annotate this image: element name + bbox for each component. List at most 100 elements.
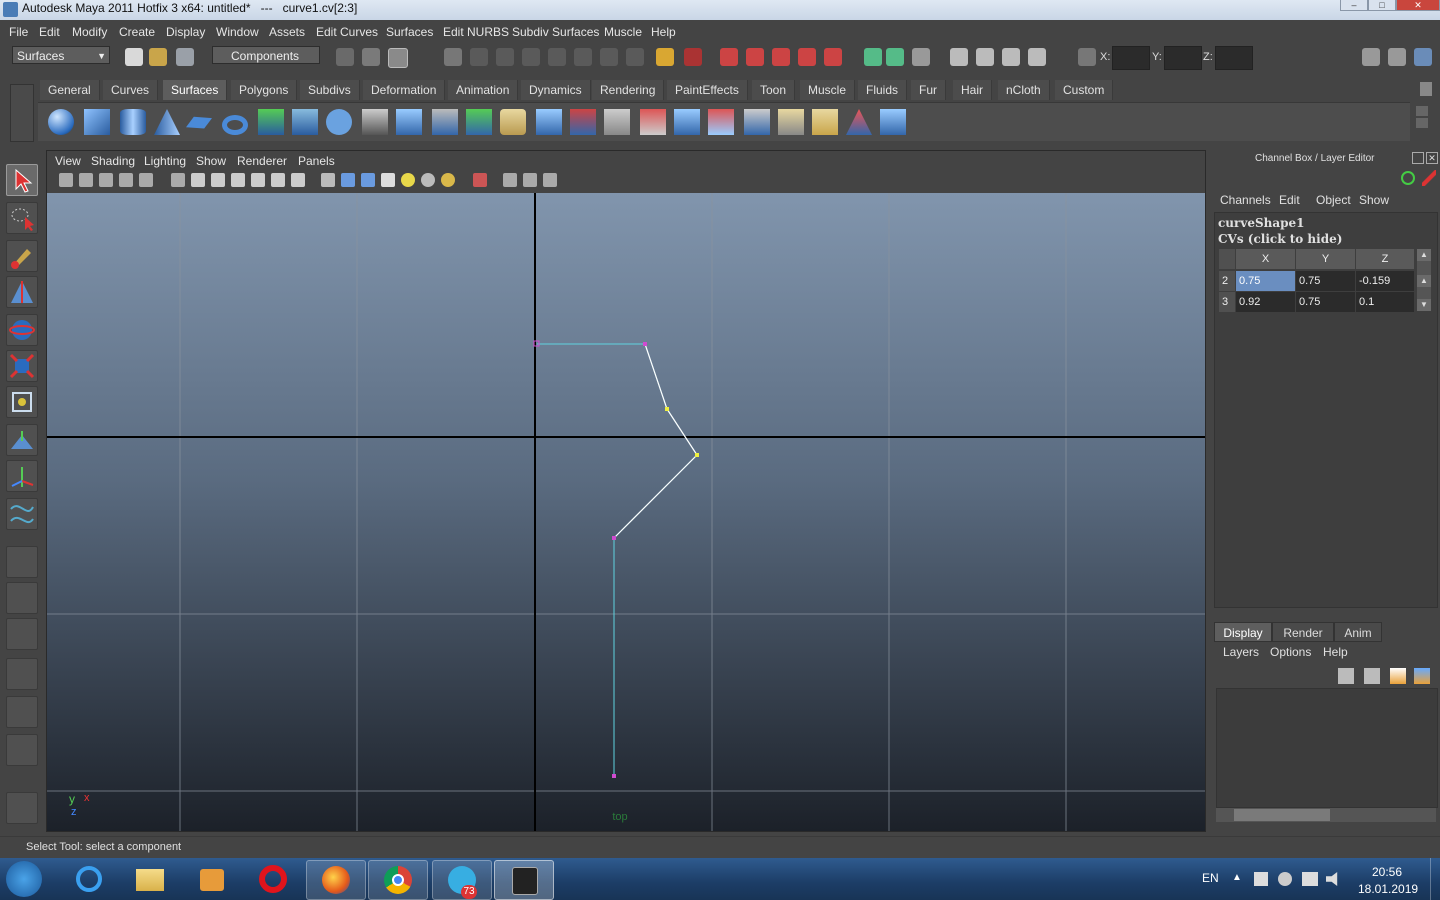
ipr-render-icon[interactable] [1002, 48, 1020, 66]
rotate-tool-icon[interactable] [6, 314, 38, 346]
select-tool-icon[interactable] [6, 164, 38, 196]
select-by-component-icon[interactable] [388, 48, 408, 68]
select-by-hierarchy-icon[interactable] [336, 48, 354, 66]
textured-icon[interactable] [381, 173, 395, 187]
viewport-menu-show[interactable]: Show [196, 154, 226, 168]
cv-5[interactable] [612, 774, 616, 778]
shadows-icon[interactable] [441, 173, 455, 187]
move-layer-down-icon[interactable] [1364, 668, 1380, 684]
hypershade-layout-icon[interactable] [6, 696, 38, 728]
channelbox-object-menu[interactable]: Object [1316, 193, 1351, 207]
shelf-tab-muscle[interactable]: Muscle [800, 80, 856, 100]
graph-editor-layout-icon[interactable] [6, 658, 38, 690]
wireframe-on-shaded-icon[interactable] [361, 173, 375, 187]
shelf-tab-hair[interactable]: Hair [953, 80, 993, 100]
manipulator-toggle-icon[interactable] [1422, 170, 1436, 186]
shelf-tab-deformation[interactable]: Deformation [363, 80, 446, 100]
opera-icon[interactable] [244, 860, 302, 898]
viewport-menu-renderer[interactable]: Renderer [237, 154, 287, 168]
shelf-tab-surfaces[interactable]: Surfaces [163, 80, 228, 100]
select-camera-icon[interactable] [59, 173, 73, 187]
birail-icon[interactable] [396, 109, 422, 135]
layers-menu[interactable]: Layers [1223, 645, 1259, 659]
layer-hscrollbar[interactable] [1216, 808, 1436, 822]
speed-icon[interactable] [1401, 171, 1415, 185]
bevel-plus-icon[interactable] [536, 109, 562, 135]
shelf-tab-animation[interactable]: Animation [448, 80, 519, 100]
gate-mask-icon[interactable] [231, 173, 245, 187]
cv-2-selected[interactable] [665, 407, 669, 411]
select-lines-icon[interactable] [496, 48, 514, 66]
shelf-tab-ncloth[interactable]: nCloth [998, 80, 1050, 100]
select-points-icon[interactable] [444, 48, 462, 66]
cv-2-y-field[interactable]: 0.75 [1296, 271, 1355, 291]
menu-window[interactable]: Window [216, 25, 259, 39]
scale-tool-icon[interactable] [6, 350, 38, 382]
shelf-scroll-arrows[interactable] [1416, 106, 1428, 136]
use-default-lights-icon[interactable] [401, 173, 415, 187]
render-frame-icon[interactable] [976, 48, 994, 66]
snap-grid-icon[interactable] [720, 48, 738, 66]
new-scene-icon[interactable] [125, 48, 143, 66]
tool-settings-icon[interactable] [1388, 48, 1406, 66]
extrude-icon[interactable] [362, 109, 388, 135]
shelf-tab-rendering[interactable]: Rendering [592, 80, 665, 100]
lasso-tool-icon[interactable] [6, 202, 38, 234]
layer-tab-anim[interactable]: Anim [1334, 622, 1382, 642]
maya-icon[interactable] [494, 860, 554, 900]
column-header-y[interactable]: Y [1296, 249, 1355, 269]
minimize-icon[interactable]: – [1340, 0, 1368, 11]
z-coord-field[interactable] [1215, 46, 1253, 70]
telegram-icon[interactable]: 73 [432, 860, 492, 900]
output-ops-icon[interactable] [886, 48, 904, 66]
shelf-tab-dynamics[interactable]: Dynamics [521, 80, 591, 100]
menu-surfaces[interactable]: Surfaces [386, 25, 433, 39]
menu-modify[interactable]: Modify [72, 25, 107, 39]
save-scene-icon[interactable] [176, 48, 194, 66]
last-tool-icon[interactable] [6, 498, 38, 530]
shelf-tab-polygons[interactable]: Polygons [231, 80, 298, 100]
film-gate-icon[interactable] [191, 173, 205, 187]
channels-menu[interactable]: Channels [1220, 193, 1271, 207]
viewport-menu-lighting[interactable]: Lighting [144, 154, 186, 168]
bevel-icon[interactable] [500, 109, 526, 135]
2d-pan-zoom-icon[interactable] [139, 173, 153, 187]
open-close-icon[interactable] [812, 109, 838, 135]
make-live-icon[interactable] [824, 48, 842, 66]
smooth-shade-icon[interactable] [341, 173, 355, 187]
layer-help-menu[interactable]: Help [1323, 645, 1348, 659]
clock-time[interactable]: 20:56 [1372, 865, 1402, 879]
move-tool-icon[interactable] [6, 276, 38, 308]
nurbs-sphere-icon[interactable] [48, 109, 74, 135]
safe-title-icon[interactable] [291, 173, 305, 187]
file-explorer-icon[interactable] [120, 860, 178, 898]
shelf-scroll-down-icon[interactable] [1416, 118, 1428, 128]
channelbox-edit-menu[interactable]: Edit [1279, 193, 1300, 207]
internet-explorer-icon[interactable] [60, 860, 118, 898]
xray-joints-icon[interactable] [523, 173, 537, 187]
menu-file[interactable]: File [9, 25, 28, 39]
chrome-icon[interactable] [368, 860, 428, 900]
sync-icon[interactable] [1278, 872, 1292, 886]
attach-icon[interactable] [708, 109, 734, 135]
project-curve-icon[interactable] [570, 109, 596, 135]
maximize-icon[interactable]: □ [1368, 0, 1396, 11]
square-icon[interactable] [466, 109, 492, 135]
revolve-icon[interactable] [258, 109, 284, 135]
boundary-icon[interactable] [432, 109, 458, 135]
loft-icon[interactable] [292, 109, 318, 135]
language-indicator[interactable]: EN [1202, 871, 1219, 885]
persp-graph-layout-icon[interactable] [6, 734, 38, 766]
cvs-section-toggle[interactable]: CVs (click to hide) [1218, 232, 1342, 246]
use-all-lights-icon[interactable] [421, 173, 435, 187]
wireframe-icon[interactable] [321, 173, 335, 187]
cv-3-y-field[interactable]: 0.75 [1296, 292, 1355, 312]
move-layer-up-icon[interactable] [1338, 668, 1354, 684]
construction-history-icon[interactable] [912, 48, 930, 66]
input-ops-icon[interactable] [864, 48, 882, 66]
share-icon[interactable] [543, 173, 557, 187]
select-by-object-icon[interactable] [362, 48, 380, 66]
soft-mod-tool-icon[interactable] [6, 424, 38, 456]
new-layer-from-selection-icon[interactable] [1414, 668, 1430, 684]
render-settings-icon[interactable] [1028, 48, 1046, 66]
